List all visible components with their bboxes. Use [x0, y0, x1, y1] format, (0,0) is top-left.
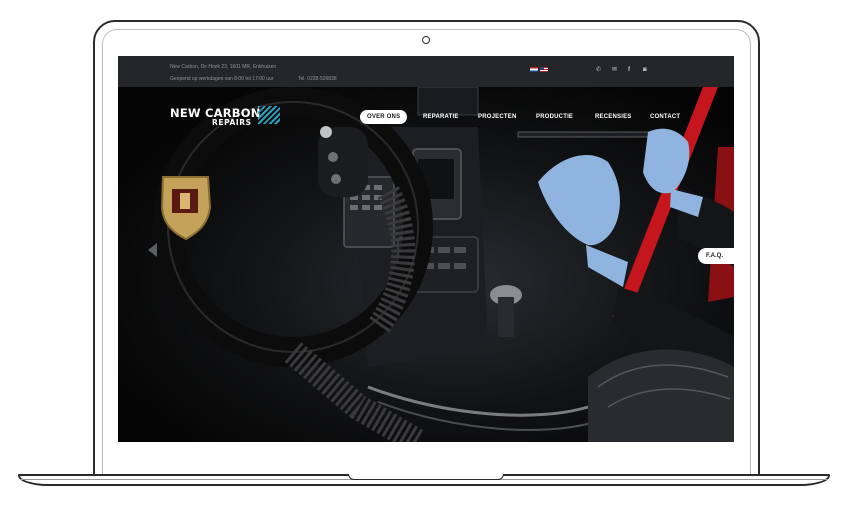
us-flag-icon[interactable]: [540, 67, 548, 72]
nav-item-reparatie[interactable]: REPARATIE: [423, 110, 459, 124]
nl-flag-icon[interactable]: [530, 67, 538, 72]
camera-icon: [422, 36, 430, 44]
opening-hours-text: Geopend op werkdagen van 8:00 tot 17:00 …: [170, 76, 274, 82]
instagram-icon[interactable]: ◙: [643, 66, 647, 74]
website-screen: New Carbon, De Hoek 23, 1601 MR, Enkhuiz…: [118, 56, 734, 442]
phone-number-text[interactable]: Tel. 0228-526838: [298, 76, 337, 82]
nav-item-recensies[interactable]: RECENSIES: [595, 110, 631, 124]
phone-icon[interactable]: ✆: [596, 66, 601, 74]
facebook-icon[interactable]: f: [628, 66, 630, 74]
faq-button[interactable]: F.A.Q.: [698, 248, 734, 264]
nav-item-over-ons[interactable]: OVER ONS: [360, 110, 408, 124]
laptop-notch: [348, 474, 504, 480]
laptop-mockup: New Carbon, De Hoek 23, 1601 MR, Enkhuiz…: [0, 0, 848, 514]
nav-item-projecten[interactable]: PROJECTEN: [478, 110, 516, 124]
car-interior-illustration: [153, 87, 734, 442]
address-text: New Carbon, De Hoek 23, 1601 MR, Enkhuiz…: [170, 64, 277, 70]
main-navigation: OVER ONS REPARATIE PROJECTEN PRODUCTIE R…: [118, 110, 734, 124]
top-info-bar: New Carbon, De Hoek 23, 1601 MR, Enkhuiz…: [118, 56, 734, 87]
hero-image: [118, 87, 734, 442]
mail-icon[interactable]: ✉: [612, 66, 617, 74]
slider-prev-arrow-icon[interactable]: [148, 243, 157, 257]
nav-item-contact[interactable]: CONTACT: [650, 110, 680, 124]
nav-item-productie[interactable]: PRODUCTIE: [536, 110, 573, 124]
